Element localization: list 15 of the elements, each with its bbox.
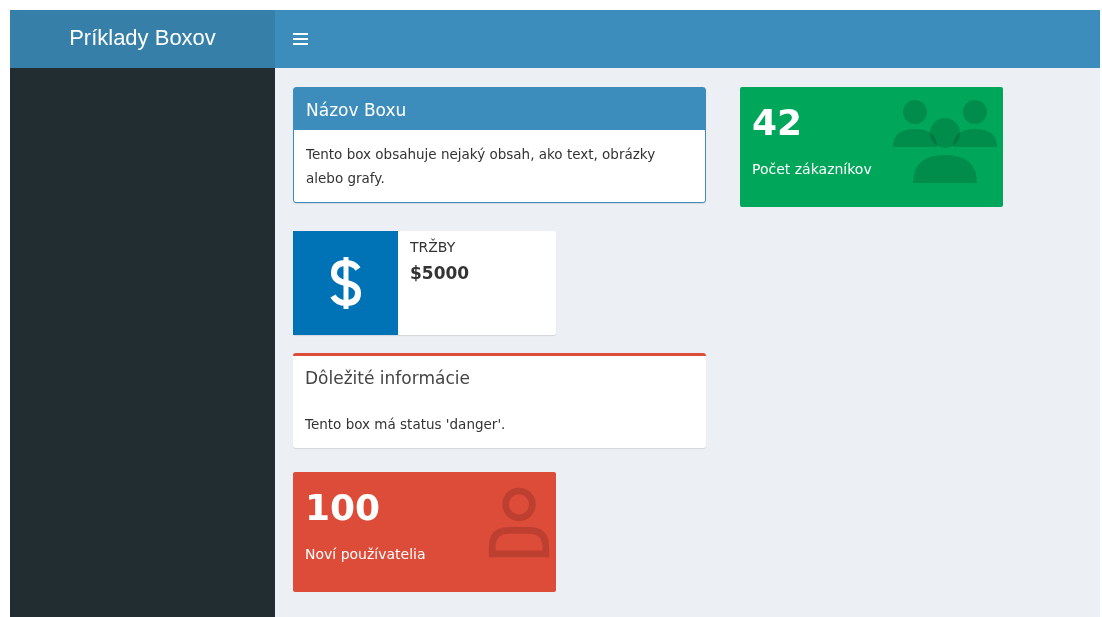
info-title: TRŽBY [410,239,457,255]
box-title: Názov Boxu [306,100,407,120]
box-text: Tento box má status 'danger'. [305,416,506,432]
box-text: Tento box obsahuje nejaký obsah, ako text, obrázky alebo grafy. [306,146,656,186]
users-icon [893,99,997,183]
value-label: Počet zákazníkov [752,161,872,177]
value-number: 100 [305,486,381,530]
menu-icon[interactable] [293,33,308,45]
dollar-icon [329,255,362,311]
value-number: 42 [752,101,803,145]
info-value: $5000 [410,263,470,283]
app-title: Príklady Boxov [10,10,275,68]
value-label: Noví používatelia [305,546,426,562]
user-icon [488,486,550,558]
box-title: Dôležité informácie [305,368,470,388]
